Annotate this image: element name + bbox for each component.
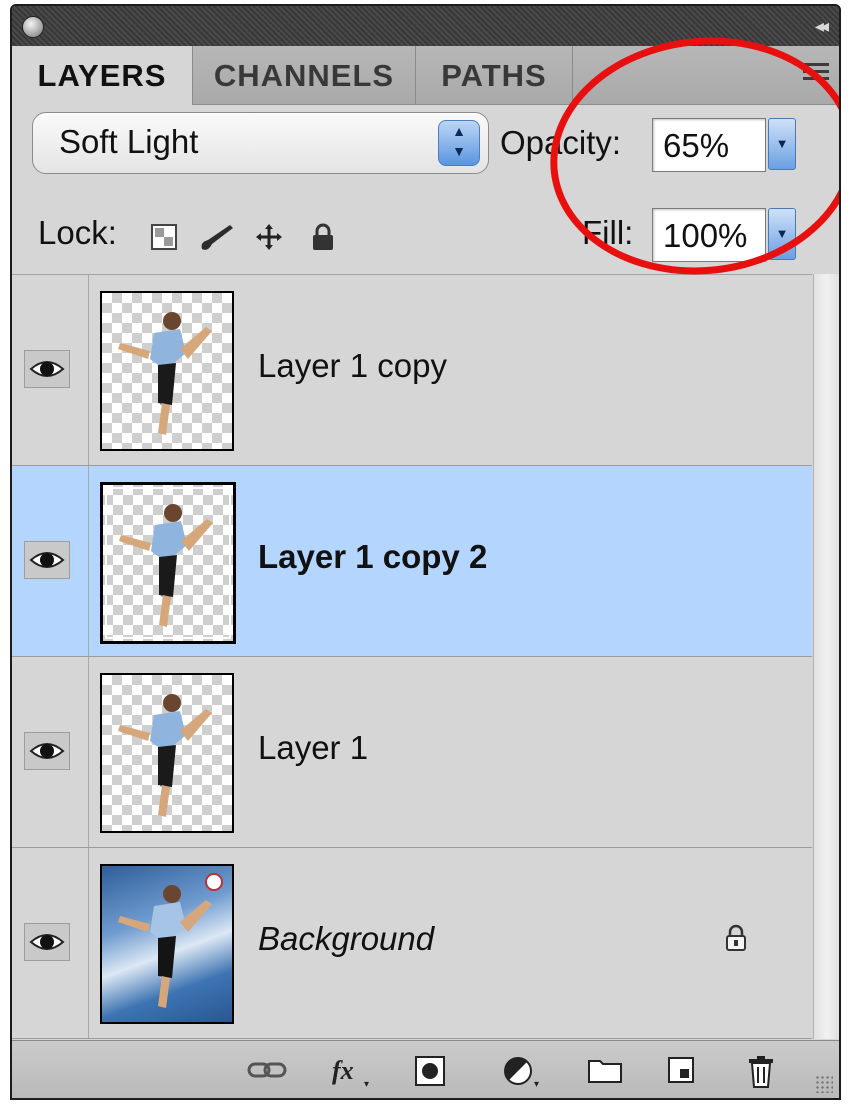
lock-transparent-pixels-icon[interactable] xyxy=(149,222,179,252)
layer-thumbnail[interactable] xyxy=(100,864,234,1024)
layer-row[interactable]: Background xyxy=(12,848,812,1039)
player-figure-icon xyxy=(118,694,212,817)
layer-name[interactable]: Layer 1 xyxy=(258,729,368,767)
layer-locked-icon xyxy=(726,924,746,951)
lock-all-icon[interactable] xyxy=(308,222,338,252)
visibility-column xyxy=(12,466,89,656)
opacity-dropdown-icon[interactable]: ▼ xyxy=(768,118,796,170)
add-mask-icon[interactable] xyxy=(414,1055,446,1087)
layers-panel: ◂◂ LAYERS CHANNELS PATHS Soft Light ▲ ▼ O… xyxy=(10,4,841,1100)
new-layer-icon[interactable] xyxy=(666,1055,696,1085)
background-photo-icon xyxy=(118,873,223,1008)
close-panel-button[interactable] xyxy=(22,16,44,38)
layer-thumbnail[interactable] xyxy=(100,291,234,451)
tab-paths[interactable]: PATHS xyxy=(416,46,573,104)
player-figure-icon xyxy=(119,504,213,627)
layer-row-selected[interactable]: Layer 1 copy 2 xyxy=(12,466,812,657)
lock-label: Lock: xyxy=(38,214,117,251)
opacity-field[interactable]: 65% xyxy=(652,118,766,172)
eye-visibility-icon[interactable] xyxy=(24,923,70,961)
lock-image-pixels-icon[interactable] xyxy=(196,222,236,252)
layer-name[interactable]: Layer 1 copy xyxy=(258,347,447,385)
visibility-column xyxy=(12,275,89,465)
tab-channels[interactable]: CHANNELS xyxy=(193,46,416,104)
panel-titlebar[interactable]: ◂◂ xyxy=(12,6,839,46)
tab-layers[interactable]: LAYERS xyxy=(12,46,193,105)
layer-name[interactable]: Background xyxy=(258,920,434,958)
fill-dropdown-icon[interactable]: ▼ xyxy=(768,208,796,260)
layer-name[interactable]: Layer 1 copy 2 xyxy=(258,538,487,576)
layer-thumbnail[interactable] xyxy=(100,673,234,833)
eye-visibility-icon[interactable] xyxy=(24,541,70,579)
fill-field[interactable]: 100% xyxy=(652,208,766,262)
fill-label: Fill: xyxy=(582,214,634,251)
layers-scrollbar[interactable] xyxy=(813,274,839,1039)
resize-grip-icon[interactable] xyxy=(815,1075,833,1093)
visibility-column xyxy=(12,848,89,1038)
layer-row[interactable]: Layer 1 copy xyxy=(12,275,812,466)
visibility-column xyxy=(12,657,89,847)
delete-layer-icon[interactable] xyxy=(746,1055,776,1089)
layer-row[interactable]: Layer 1 xyxy=(12,657,812,848)
blend-mode-value: Soft Light xyxy=(59,123,199,160)
opacity-label: Opacity: xyxy=(500,124,622,161)
eye-visibility-icon[interactable] xyxy=(24,732,70,770)
layer-style-fx-icon[interactable]: fx ▾ xyxy=(330,1055,374,1089)
svg-text:▾: ▾ xyxy=(364,1079,369,1089)
collapse-panel-icon[interactable]: ◂◂ xyxy=(815,16,829,37)
panel-menu-icon[interactable] xyxy=(803,63,829,84)
panel-tabbar: LAYERS CHANNELS PATHS xyxy=(12,46,839,105)
svg-text:fx: fx xyxy=(332,1056,354,1085)
link-layers-icon[interactable] xyxy=(246,1055,288,1085)
lock-position-icon[interactable] xyxy=(254,222,284,252)
eye-visibility-icon[interactable] xyxy=(24,350,70,388)
blend-mode-select[interactable]: Soft Light ▲ ▼ xyxy=(32,112,489,174)
adjustment-layer-icon[interactable]: ▾ xyxy=(502,1055,546,1089)
layers-list: Layer 1 copy Layer 1 copy 2 Layer 1 Back… xyxy=(12,274,812,1040)
blend-mode-stepper-icon[interactable]: ▲ ▼ xyxy=(438,120,480,166)
panel-footer: fx ▾ ▾ xyxy=(12,1040,839,1098)
svg-text:▾: ▾ xyxy=(534,1079,539,1089)
new-group-icon[interactable] xyxy=(586,1055,624,1085)
layer-thumbnail[interactable] xyxy=(100,482,236,644)
player-figure-icon xyxy=(118,312,212,435)
